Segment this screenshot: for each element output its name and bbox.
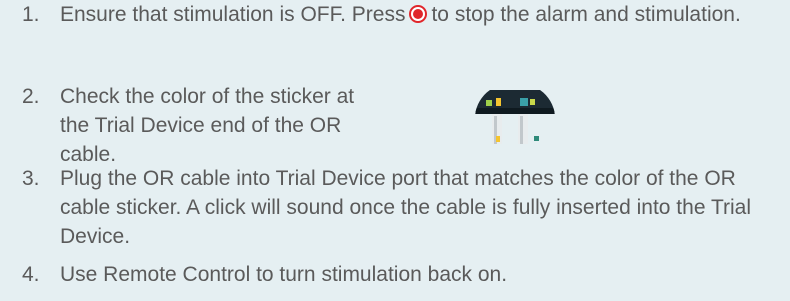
or-cable-sticker-image xyxy=(475,82,555,150)
step-number: 1. xyxy=(22,3,40,26)
step-4: 4. Use Remote Control to turn stimulatio… xyxy=(22,260,790,289)
step-text: Check the color of the sticker at the Tr… xyxy=(60,85,355,166)
step-2: 2. Check the color of the sticker at the… xyxy=(22,82,790,169)
step-number: 4. xyxy=(22,263,40,286)
step-text: Plug the OR cable into Trial Device port… xyxy=(60,167,752,248)
step-number: 3. xyxy=(22,167,40,190)
step-1: 1. Ensure that stimulation is OFF. Press… xyxy=(22,0,790,29)
step-text-before-icon: Ensure that stimulation is OFF. Press xyxy=(60,3,406,26)
step-3: 3. Plug the OR cable into Trial Device p… xyxy=(22,164,790,251)
step-text-after-icon: to stop the alarm and stimulation. xyxy=(431,3,741,26)
step-text: Use Remote Control to turn stimulation b… xyxy=(60,263,508,286)
step-text: Ensure that stimulation is OFF. Press to … xyxy=(60,0,790,29)
step-number: 2. xyxy=(22,85,40,108)
stop-button-icon xyxy=(409,5,428,23)
